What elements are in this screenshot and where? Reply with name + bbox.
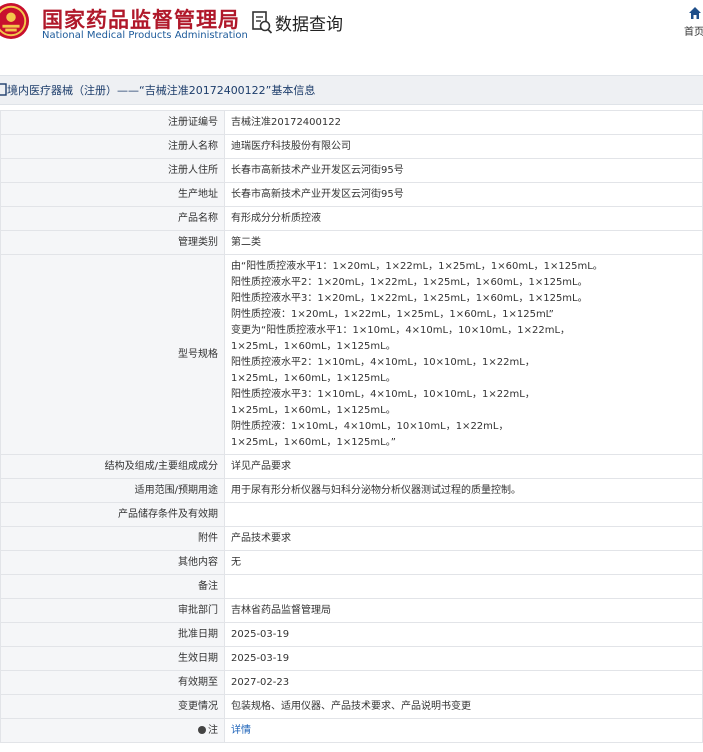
row-value: 用于尿有形分析仪器与妇科分泌物分析仪器测试过程的质量控制。	[224, 478, 703, 503]
row-label: 批准日期	[0, 622, 225, 647]
table-row: 备注	[0, 574, 703, 599]
row-value: 2027-02-23	[224, 670, 703, 695]
section-title: 境内医疗器械（注册）——“吉械注准20172400122”基本信息	[7, 84, 316, 97]
row-label: 产品名称	[0, 206, 225, 231]
row-label: 产品储存条件及有效期	[0, 502, 225, 527]
row-value: 长春市高新技术产业开发区云河街95号	[224, 182, 703, 207]
row-value: 无	[224, 550, 703, 575]
row-value: 迪瑞医疗科技股份有限公司	[224, 134, 703, 159]
row-label: 结构及组成/主要组成成分	[0, 454, 225, 479]
table-row: 管理类别 第二类	[0, 230, 703, 255]
row-label-note: 注	[0, 718, 225, 743]
spec-line: 1×25mL，1×60mL，1×125mL。”	[231, 436, 396, 448]
spec-line: 阳性质控液水平3：1×10mL，4×10mL，10×10mL，1×22mL，	[231, 388, 535, 400]
table-row: 注册人名称 迪瑞医疗科技股份有限公司	[0, 134, 703, 159]
row-value: 吉林省药品监督管理局	[224, 598, 703, 623]
table-row: 注 详情	[0, 718, 703, 743]
document-search-icon	[252, 11, 273, 34]
spec-line: 阴性质控液：1×10mL，4×10mL，10×10mL，1×22mL，	[231, 420, 509, 432]
row-value: 2025-03-19	[224, 646, 703, 671]
row-label: 生产地址	[0, 182, 225, 207]
row-value: 有形成分分析质控液	[224, 206, 703, 231]
row-value: 详情	[224, 718, 703, 743]
table-row: 产品储存条件及有效期	[0, 502, 703, 527]
emblem-icon	[0, 2, 30, 40]
table-row: 注册证编号 吉械注准20172400122	[0, 110, 703, 135]
row-value: 第二类	[224, 230, 703, 255]
detail-table: 注册证编号 吉械注准20172400122 注册人名称 迪瑞医疗科技股份有限公司…	[0, 110, 703, 743]
row-value: 2025-03-19	[224, 622, 703, 647]
row-label: 其他内容	[0, 550, 225, 575]
row-label: 适用范围/预期用途	[0, 478, 225, 503]
table-row: 审批部门 吉林省药品监督管理局	[0, 598, 703, 623]
site-header: 国家药品监督管理局 National Medical Products Admi…	[0, 0, 703, 50]
row-label: 注册证编号	[0, 110, 225, 135]
table-row: 结构及组成/主要组成成分 详见产品要求	[0, 454, 703, 479]
row-value: 详见产品要求	[224, 454, 703, 479]
detail-link[interactable]: 详情	[231, 725, 251, 736]
row-label: 生效日期	[0, 646, 225, 671]
table-row: 变更情况 包装规格、适用仪器、产品技术要求、产品说明书变更	[0, 694, 703, 719]
row-value: 长春市高新技术产业开发区云河街95号	[224, 158, 703, 183]
table-row: 生产地址 长春市高新技术产业开发区云河街95号	[0, 182, 703, 207]
table-row: 型号规格 由“阳性质控液水平1：1×20mL，1×22mL，1×25mL，1×6…	[0, 254, 703, 455]
table-row: 批准日期 2025-03-19	[0, 622, 703, 647]
dot-icon	[198, 725, 206, 734]
row-label: 注册人名称	[0, 134, 225, 159]
table-row: 注册人住所 长春市高新技术产业开发区云河街95号	[0, 158, 703, 183]
row-value: 包装规格、适用仪器、产品技术要求、产品说明书变更	[224, 694, 703, 719]
table-row: 产品名称 有形成分分析质控液	[0, 206, 703, 231]
row-label: 备注	[0, 574, 225, 599]
spec-line: 1×25mL，1×60mL，1×125mL。	[231, 340, 396, 352]
row-label: 附件	[0, 526, 225, 551]
table-row: 生效日期 2025-03-19	[0, 646, 703, 671]
spec-line: 阳性质控液水平2：1×20mL，1×22mL，1×25mL，1×60mL，1×1…	[231, 276, 588, 288]
spec-line: 阳性质控液水平3：1×20mL，1×22mL，1×25mL，1×60mL，1×1…	[231, 292, 588, 304]
table-row: 有效期至 2027-02-23	[0, 670, 703, 695]
row-label: 审批部门	[0, 598, 225, 623]
home-icon	[689, 7, 701, 19]
home-label: 首页	[684, 27, 703, 38]
home-link[interactable]: 首页	[684, 6, 703, 39]
row-value-spec: 由“阳性质控液水平1：1×20mL，1×22mL，1×25mL，1×60mL，1…	[224, 254, 703, 455]
row-label: 管理类别	[0, 230, 225, 255]
page-title: 数据查询	[275, 15, 343, 35]
row-label: 变更情况	[0, 694, 225, 719]
spec-line: 1×25mL，1×60mL，1×125mL。	[231, 404, 396, 416]
spec-line: 阴性质控液：1×20mL，1×22mL，1×25mL，1×60mL，1×125m…	[231, 308, 554, 320]
row-value	[224, 574, 703, 599]
row-label: 型号规格	[0, 254, 225, 455]
row-label: 有效期至	[0, 670, 225, 695]
row-value: 产品技术要求	[224, 526, 703, 551]
spec-line: 1×25mL，1×60mL，1×125mL。	[231, 372, 396, 384]
row-value	[224, 502, 703, 527]
table-row: 附件 产品技术要求	[0, 526, 703, 551]
row-value: 吉械注准20172400122	[224, 110, 703, 135]
spec-line: 变更为“阳性质控液水平1：1×10mL，4×10mL，10×10mL，1×22m…	[231, 324, 571, 336]
table-row: 其他内容 无	[0, 550, 703, 575]
site-name-en: National Medical Products Administration	[42, 30, 248, 41]
table-row: 适用范围/预期用途 用于尿有形分析仪器与妇科分泌物分析仪器测试过程的质量控制。	[0, 478, 703, 503]
spec-line: 阳性质控液水平2：1×10mL，4×10mL，10×10mL，1×22mL，	[231, 356, 535, 368]
section-header: 境内医疗器械（注册）——“吉械注准20172400122”基本信息	[0, 75, 703, 105]
row-label: 注册人住所	[0, 158, 225, 183]
spec-line: 由“阳性质控液水平1：1×20mL，1×22mL，1×25mL，1×60mL，1…	[231, 260, 603, 272]
note-label: 注	[208, 724, 218, 736]
bookmark-icon	[0, 83, 7, 96]
